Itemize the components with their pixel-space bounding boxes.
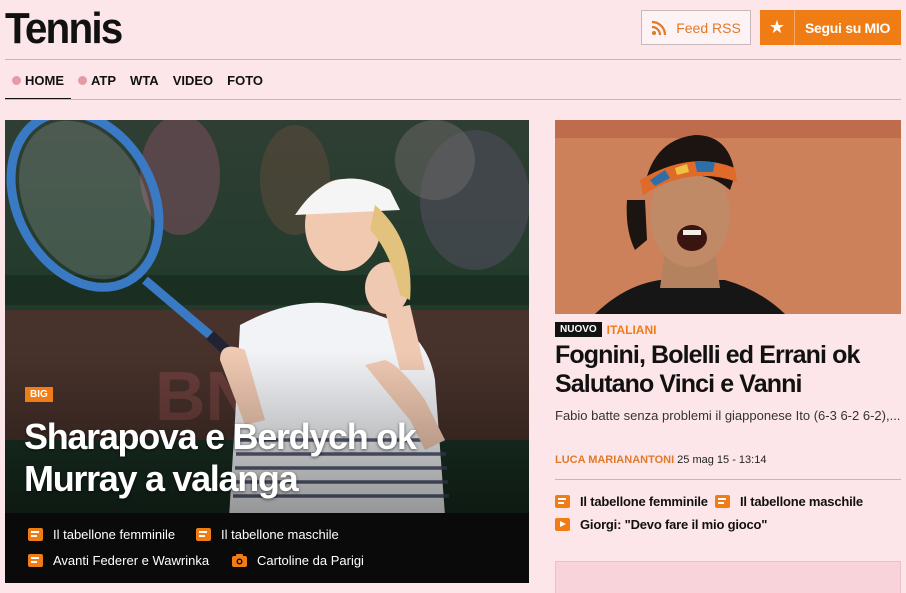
hero-link-tabellone-maschile[interactable]: Il tabellone maschile [196, 527, 339, 542]
category-link[interactable]: ITALIANI [607, 323, 657, 337]
document-icon [28, 554, 43, 567]
rss-feed-button[interactable]: Feed RSS [641, 10, 751, 45]
play-icon [555, 518, 570, 531]
hero-link-label: Cartoline da Parigi [257, 553, 364, 568]
side-link-giorgi-video[interactable]: Giorgi: "Devo fare il mio gioco" [555, 517, 767, 532]
side-link-label: Il tabellone maschile [740, 494, 863, 509]
side-article-byline: LUCA MARIANANTONI 25 mag 15 - 13:14 [555, 454, 766, 466]
nav-item-atp[interactable]: ATP [71, 60, 123, 100]
side-link-tabellone-maschile[interactable]: Il tabellone maschile [715, 494, 863, 509]
side-article-headline[interactable]: Fognini, Bolelli ed Errani ok Salutano V… [555, 341, 901, 399]
nav-item-wta[interactable]: WTA [123, 60, 166, 100]
document-icon [715, 495, 730, 508]
document-icon [555, 495, 570, 508]
side-article-summary: Fabio batte senza problemi il giapponese… [555, 408, 901, 423]
follow-mio-label: Segui su MIO [805, 19, 891, 36]
author-link[interactable]: LUCA MARIANANTONI [555, 454, 674, 466]
rss-icon [652, 20, 667, 35]
nav-item-foto[interactable]: FOTO [220, 60, 270, 100]
star-icon: ★ [760, 10, 795, 45]
hero-link-label: Avanti Federer e Wawrinka [53, 553, 210, 568]
hero-link-label: Il tabellone femminile [53, 527, 176, 542]
hero-link-federer-wawrinka[interactable]: Avanti Federer e Wawrinka [28, 553, 209, 568]
nav-item-label: ATP [91, 72, 117, 88]
page-title: Tennis [5, 4, 123, 53]
side-photo-image [555, 120, 901, 314]
document-icon [28, 528, 43, 541]
hero-link-label: Il tabellone maschile [221, 527, 339, 542]
hero-link-tabellone-femminile[interactable]: Il tabellone femminile [28, 527, 175, 542]
hero-related-links: Il tabellone femminile Il tabellone masc… [5, 513, 529, 583]
hero-story[interactable]: BNP ARI BIG Sharapova e Berdych ok Murra… [5, 120, 529, 583]
nav-item-label: FOTO [227, 72, 264, 88]
nav-item-video[interactable]: VIDEO [166, 60, 220, 100]
dot-icon [78, 75, 87, 85]
nav-item-label: HOME [25, 72, 64, 88]
next-article-card[interactable] [555, 561, 901, 593]
hero-headline[interactable]: Sharapova e Berdych ok Murray a valanga [24, 416, 494, 500]
nav-item-label: WTA [130, 72, 159, 88]
side-link-label: Giorgi: "Devo fare il mio gioco" [580, 517, 768, 532]
document-icon [196, 528, 211, 541]
dot-icon [12, 75, 21, 85]
publish-date: 25 mag 15 - 13:14 [677, 454, 767, 466]
side-link-tabellone-femminile[interactable]: Il tabellone femminile [555, 494, 708, 509]
rss-feed-label: Feed RSS [676, 19, 741, 36]
nav-item-label: VIDEO [172, 72, 214, 88]
follow-mio-button[interactable]: ★ Segui su MIO [760, 10, 901, 45]
camera-icon [232, 554, 247, 567]
hero-link-cartoline-parigi[interactable]: Cartoline da Parigi [232, 553, 364, 568]
hero-tag: BIG [25, 387, 53, 402]
side-article-photo[interactable] [555, 120, 901, 314]
nav-divider [5, 99, 901, 100]
side-article-badges: NUOVO ITALIANI [555, 322, 656, 337]
section-nav: HOME ATP WTA VIDEO FOTO [5, 60, 270, 100]
side-article-divider [555, 479, 901, 480]
new-badge: NUOVO [555, 322, 602, 337]
side-link-label: Il tabellone femminile [580, 494, 708, 509]
nav-item-home[interactable]: HOME [5, 60, 71, 100]
